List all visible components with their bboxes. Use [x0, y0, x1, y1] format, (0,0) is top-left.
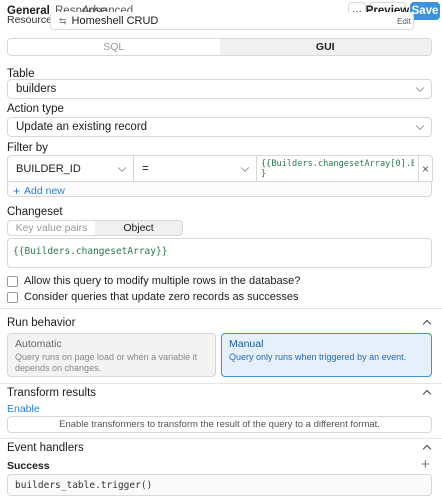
chevron-up-icon	[422, 444, 432, 454]
automatic-description: Query runs on page load or when a variab…	[15, 352, 198, 373]
action-type-select[interactable]: Update an existing record	[7, 117, 432, 137]
transform-info-box: Enable transformers to transform the res…	[7, 416, 432, 433]
success-label: Success	[7, 460, 50, 472]
event-handlers-label: Event handlers	[7, 442, 84, 454]
sql-mode-tab[interactable]: SQL	[8, 39, 220, 55]
save-button[interactable]: Save	[410, 2, 440, 20]
resource-select[interactable]: ⇆ Homeshell CRUD	[50, 12, 414, 30]
transform-results-label: Transform results	[7, 387, 97, 399]
add-new-label: Add new	[24, 185, 65, 197]
filter-value-input[interactable]: {{Builders.changesetArray[0].BUILDER_ID}…	[256, 155, 419, 182]
allow-multiple-label: Allow this query to modify multiple rows…	[24, 275, 301, 287]
filter-box: BUILDER_ID = {{Builders.changesetArray[0…	[7, 155, 433, 198]
action-type-label: Action type	[7, 103, 64, 115]
changeset-mode-toggle: Key value pairs Object	[7, 220, 183, 236]
add-filter-button[interactable]: + Add new	[13, 184, 65, 198]
filter-value-line: }	[261, 169, 267, 179]
filter-operator-select[interactable]: =	[133, 155, 257, 182]
resource-label: Resource	[7, 14, 52, 26]
resource-edit-button[interactable]: Edit	[396, 15, 412, 27]
manual-description: Query only runs when triggered by an eve…	[229, 352, 407, 362]
filter-operator-value: =	[142, 162, 149, 175]
event-handler-item[interactable]: builders_table.trigger()	[7, 474, 432, 496]
chevron-down-icon	[415, 83, 425, 93]
filter-column-select[interactable]: BUILDER_ID	[7, 155, 134, 182]
zero-records-option[interactable]: Consider queries that update zero record…	[7, 291, 299, 303]
action-type-value: Update an existing record	[16, 121, 148, 133]
manual-title: Manual	[229, 338, 264, 350]
collapse-transform-button[interactable]	[422, 389, 432, 399]
filter-column-value: BUILDER_ID	[16, 162, 81, 175]
gui-mode-tab[interactable]: GUI	[219, 39, 431, 55]
table-select[interactable]: builders	[7, 79, 432, 99]
chevron-down-icon	[415, 121, 425, 131]
zero-records-label: Consider queries that update zero record…	[24, 291, 299, 303]
zero-records-checkbox[interactable]	[7, 291, 18, 303]
run-behavior-label: Run behavior	[7, 317, 76, 329]
filter-value-line: {{Builders.changesetArray[0].BUILDER_ID}	[261, 159, 414, 169]
automatic-title: Automatic	[15, 338, 62, 350]
divider	[0, 383, 442, 384]
mode-toggle: SQL GUI	[7, 38, 432, 56]
allow-multiple-checkbox[interactable]	[7, 275, 18, 287]
chevron-down-icon	[117, 163, 127, 172]
divider	[0, 438, 442, 439]
key-value-tab[interactable]: Key value pairs	[8, 221, 95, 235]
plus-icon: +	[13, 184, 21, 198]
chevron-up-icon	[422, 389, 432, 399]
resource-value: Homeshell CRUD	[71, 15, 159, 27]
table-value: builders	[16, 83, 57, 95]
chevron-down-icon	[240, 163, 250, 172]
run-automatic-option[interactable]: Automatic Query runs on page load or whe…	[7, 333, 216, 377]
run-manual-option[interactable]: Manual Query only runs when triggered by…	[221, 333, 432, 377]
changeset-code: {{Builders.changesetArray}}	[13, 246, 168, 257]
object-tab[interactable]: Object	[95, 221, 182, 235]
changeset-label: Changeset	[7, 206, 63, 218]
collapse-events-button[interactable]	[422, 444, 432, 454]
divider	[0, 308, 442, 309]
changeset-code-editor[interactable]: {{Builders.changesetArray}}	[7, 238, 432, 268]
chevron-up-icon	[422, 319, 432, 329]
resource-icon: ⇆	[59, 15, 67, 26]
add-handler-icon[interactable]: +	[421, 456, 430, 473]
allow-multiple-option[interactable]: Allow this query to modify multiple rows…	[7, 275, 300, 287]
event-handler-code: builders_table.trigger()	[15, 479, 153, 491]
filter-by-label: Filter by	[7, 142, 48, 154]
enable-transform-link[interactable]: Enable	[7, 403, 40, 415]
remove-filter-button[interactable]: ×	[418, 155, 433, 182]
collapse-run-behavior-button[interactable]	[422, 319, 432, 329]
